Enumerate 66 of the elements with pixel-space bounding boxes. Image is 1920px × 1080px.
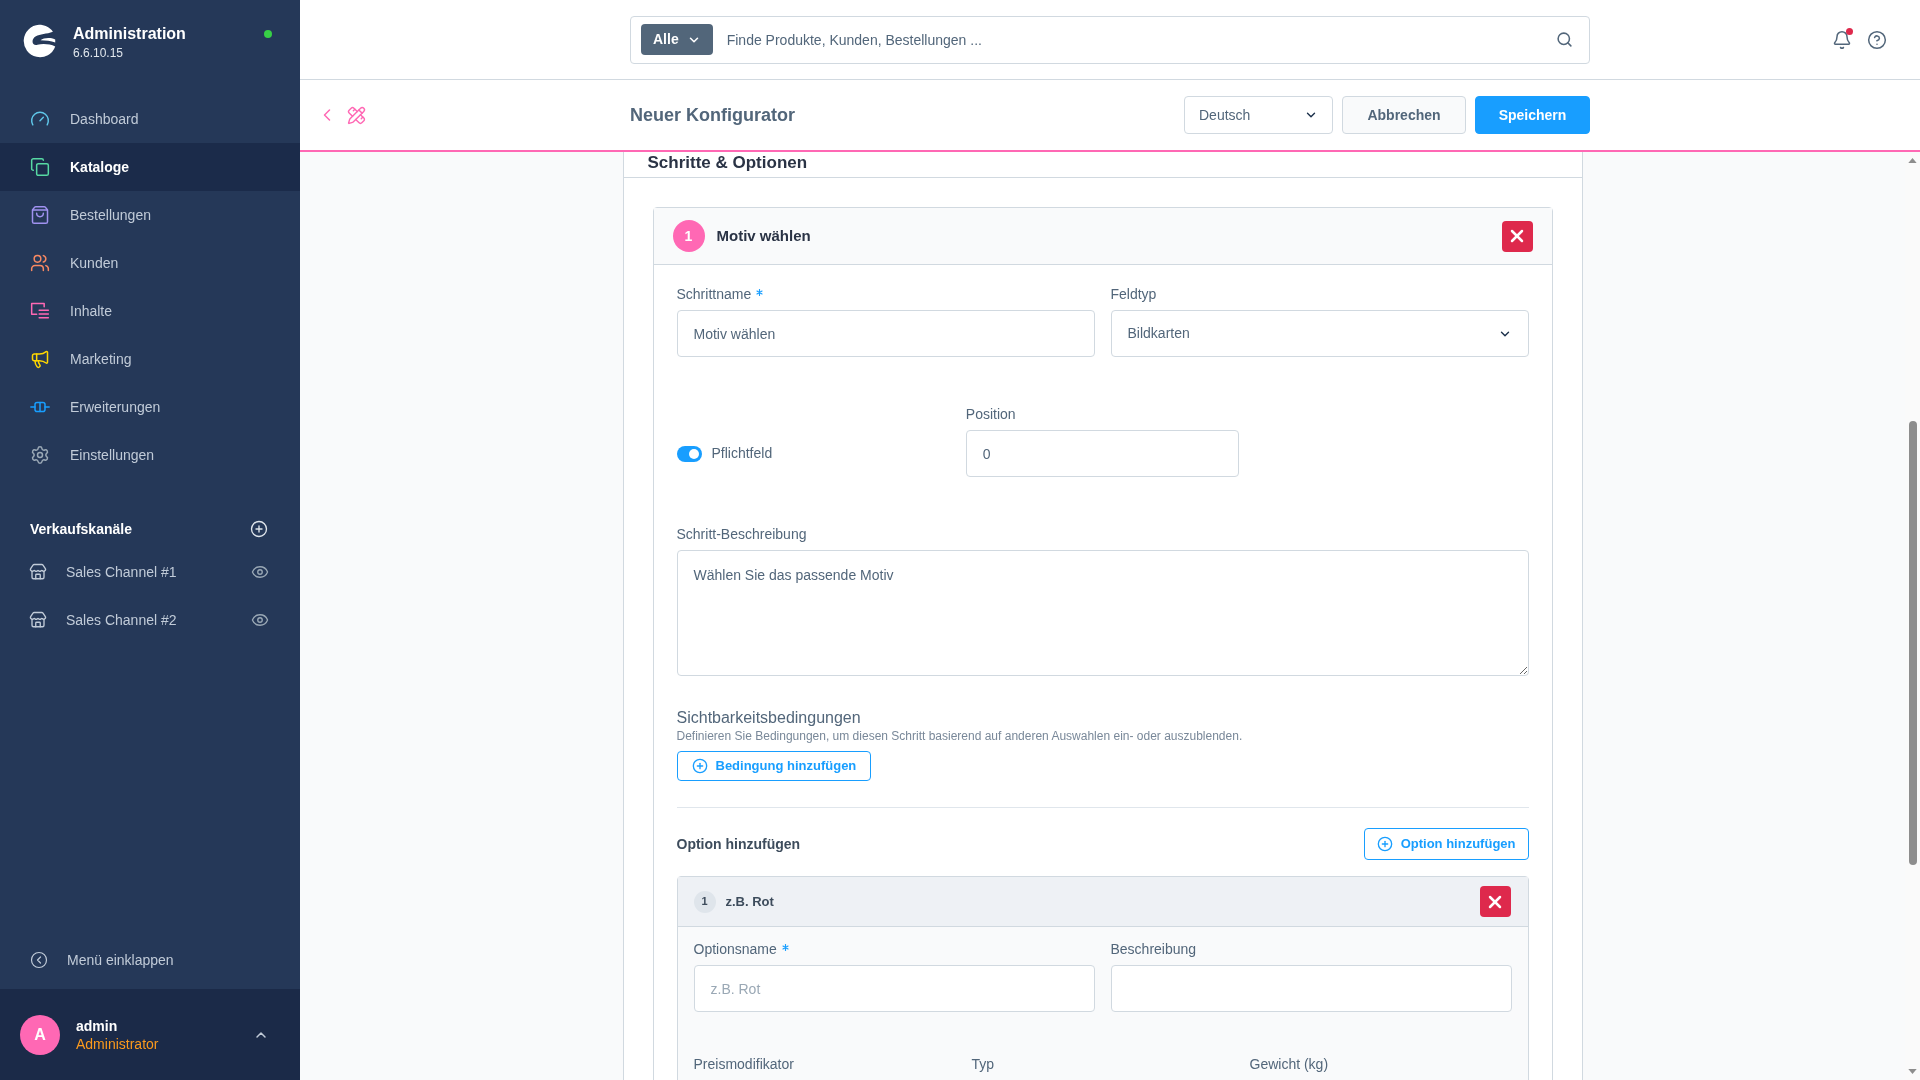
option-number: 1 bbox=[693, 890, 716, 913]
sales-channel-link[interactable]: Sales Channel #1 bbox=[29, 561, 177, 583]
nav-item[interactable]: Bestellungen bbox=[0, 191, 300, 239]
language-select[interactable]: Deutsch bbox=[1184, 96, 1333, 134]
scope-button[interactable]: Alle bbox=[641, 24, 713, 55]
field-label: Gewicht (kg) bbox=[1249, 1055, 1329, 1073]
help-text: Definieren Sie Bedingungen, um diesen Schritt basierend auf anderen Auswahlen ein- oder auszublenden. bbox=[676, 728, 1243, 744]
input-field[interactable]: 0 bbox=[965, 430, 1240, 477]
store-icon bbox=[29, 563, 47, 581]
nav-item[interactable]: Kunden bbox=[0, 239, 300, 287]
scroll-down-icon[interactable] bbox=[1908, 1069, 1917, 1074]
nav-item[interactable]: Inhalte bbox=[0, 287, 300, 335]
nav-item[interactable]: Marketing bbox=[0, 335, 300, 383]
logo-icon bbox=[22, 24, 56, 58]
field-label: Schritt-Beschreibung bbox=[676, 525, 807, 543]
nav-item[interactable]: Einstellungen bbox=[0, 431, 300, 479]
add-icon bbox=[691, 758, 708, 774]
add-icon bbox=[1376, 836, 1393, 852]
field-label: Schrittname bbox=[676, 285, 752, 303]
cancel-button[interactable]: Abbrechen bbox=[1342, 96, 1466, 134]
help-icon[interactable] bbox=[1867, 29, 1887, 50]
search-icon[interactable] bbox=[1556, 31, 1573, 48]
collapse-button[interactable]: Menü einklappen bbox=[30, 949, 174, 971]
search-bar[interactable]: Alle Finde Produkte, Kunden, Bestellungen ... bbox=[630, 15, 1590, 64]
textarea-field[interactable]: Wählen Sie das passende Motiv bbox=[676, 550, 1529, 676]
delete-button[interactable] bbox=[1479, 886, 1511, 917]
user-role: Administrator bbox=[76, 1034, 159, 1053]
nav-item[interactable]: Dashboard bbox=[0, 95, 300, 143]
toggle-switch[interactable] bbox=[676, 445, 702, 462]
page-title: Neuer Konfigurator bbox=[630, 103, 795, 127]
app-title: Administration bbox=[73, 24, 186, 44]
add-icon[interactable] bbox=[250, 520, 268, 538]
nav-item[interactable]: Erweiterungen bbox=[0, 383, 300, 431]
user-name: admin bbox=[76, 1016, 119, 1035]
sales-channel-link[interactable]: Sales Channel #2 bbox=[29, 609, 177, 631]
section-heading: Option hinzufügen bbox=[676, 834, 801, 854]
card-title: Schritte & Optionen bbox=[647, 153, 808, 173]
delete-button[interactable] bbox=[1501, 220, 1533, 252]
store-icon bbox=[29, 611, 47, 629]
switch-label: Pflichtfeld bbox=[711, 444, 773, 463]
field-label: Optionsname bbox=[693, 940, 777, 958]
eye-icon[interactable] bbox=[251, 563, 269, 581]
field-label: Feldtyp bbox=[1110, 285, 1157, 303]
option-title: z.B. Rot bbox=[725, 892, 774, 911]
avatar: A bbox=[20, 1014, 60, 1055]
section-title: Verkaufskanäle bbox=[30, 519, 132, 539]
field-label: Beschreibung bbox=[1110, 940, 1197, 958]
step-title: Motiv wählen bbox=[716, 225, 811, 246]
section-heading: Sichtbarkeitsbedingungen bbox=[676, 708, 861, 728]
step-number: 1 bbox=[672, 220, 705, 252]
input-field[interactable] bbox=[1110, 965, 1512, 1012]
pencil-ruler-icon bbox=[347, 105, 366, 125]
nav-item[interactable]: Kataloge bbox=[0, 143, 300, 191]
field-label: Preismodifikator bbox=[693, 1055, 794, 1073]
version-text: 6.6.10.15 bbox=[73, 45, 125, 61]
input-field[interactable]: z.B. Rot bbox=[693, 965, 1095, 1012]
search-field[interactable]: Finde Produkte, Kunden, Bestellungen ... bbox=[712, 24, 1556, 55]
select-field[interactable]: Bildkarten bbox=[1110, 310, 1529, 357]
field-label: Position bbox=[965, 405, 1016, 423]
input-field[interactable]: Motiv wählen bbox=[676, 310, 1095, 357]
eye-icon[interactable] bbox=[251, 611, 269, 629]
field-label: Typ bbox=[971, 1055, 995, 1073]
scroll-up-icon[interactable] bbox=[1908, 158, 1917, 163]
scrollbar-thumb[interactable] bbox=[1908, 421, 1917, 865]
bell-icon[interactable] bbox=[1832, 29, 1852, 50]
chevron-left-icon bbox=[30, 951, 48, 969]
